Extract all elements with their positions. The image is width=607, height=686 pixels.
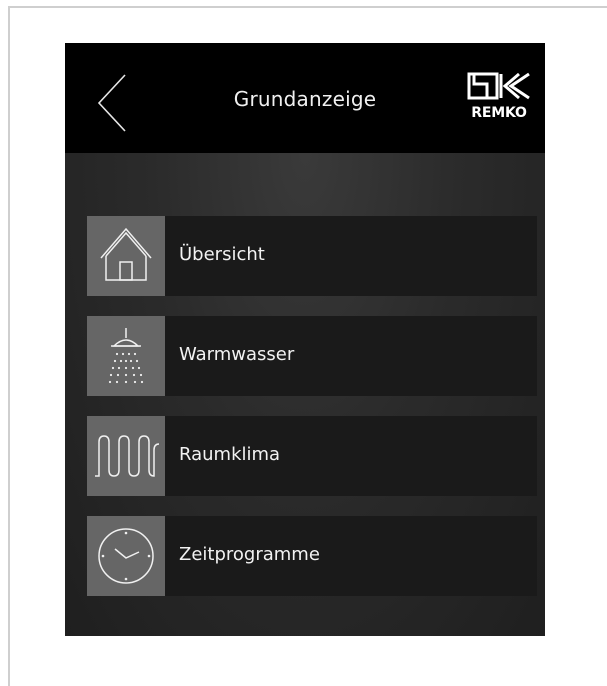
menu-item-label: Zeitprogramme — [179, 544, 320, 565]
menu-item-raumklima[interactable]: Raumklima — [87, 416, 537, 496]
clock-icon — [98, 528, 154, 584]
house-icon — [100, 227, 152, 281]
menu-item-label: Raumklima — [179, 444, 281, 465]
remko-logo-icon — [467, 72, 530, 100]
device-screen: Grundanzeige REMKO Übersicht Warmwasser … — [65, 43, 545, 636]
icon-box — [87, 516, 165, 596]
menu-item-label: Warmwasser — [179, 344, 295, 365]
menu-item-label: Übersicht — [179, 244, 265, 265]
shower-icon — [108, 328, 144, 384]
heating-coil-icon — [95, 435, 160, 477]
header-bar: Grundanzeige REMKO — [65, 43, 545, 153]
menu-item-uebersicht[interactable]: Übersicht — [87, 216, 537, 296]
icon-box — [87, 316, 165, 396]
remko-logo: REMKO — [467, 72, 531, 124]
icon-box — [87, 416, 165, 496]
icon-box — [87, 216, 165, 296]
menu-item-zeitprogramme[interactable]: Zeitprogramme — [87, 516, 537, 596]
menu-item-warmwasser[interactable]: Warmwasser — [87, 316, 537, 396]
logo-text: REMKO — [471, 105, 527, 121]
